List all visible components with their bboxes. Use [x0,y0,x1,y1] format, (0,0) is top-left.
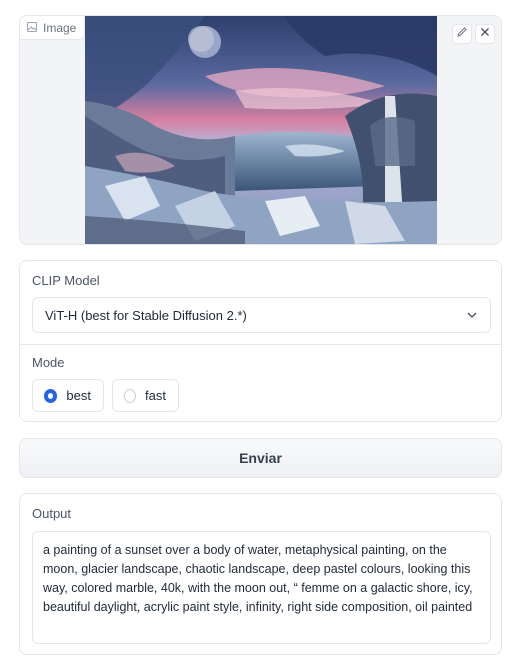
close-icon [479,25,491,43]
output-textbox[interactable]: a painting of a sunset over a body of wa… [32,531,491,644]
submit-button[interactable]: Enviar [19,438,502,478]
image-label: Image [20,16,86,40]
mode-radio-best[interactable]: best [32,379,104,412]
mode-radio-fast[interactable]: fast [112,379,179,412]
clip-model-selected: ViT-H (best for Stable Diffusion 2.*) [45,307,247,323]
radio-unselected-icon [124,388,137,403]
edit-image-button[interactable] [452,24,472,44]
clip-model-dropdown[interactable]: ViT-H (best for Stable Diffusion 2.*) [32,297,491,333]
mode-label: Mode [32,355,65,370]
mode-option-label: best [66,388,91,403]
radio-selected-icon [44,388,58,403]
clip-model-label: CLIP Model [32,273,100,288]
image-label-text: Image [43,20,77,35]
image-icon [27,21,37,35]
output-panel: Output a painting of a sunset over a bod… [19,493,502,655]
image-panel: Image [19,15,502,245]
clear-image-button[interactable] [475,24,495,44]
settings-panel: CLIP Model ViT-H (best for Stable Diffus… [19,260,502,422]
output-label: Output [32,506,72,521]
divider [20,344,501,345]
chevron-down-icon [466,309,478,321]
uploaded-painting[interactable] [85,16,437,245]
mode-option-label: fast [145,388,166,403]
pencil-icon [456,25,468,43]
